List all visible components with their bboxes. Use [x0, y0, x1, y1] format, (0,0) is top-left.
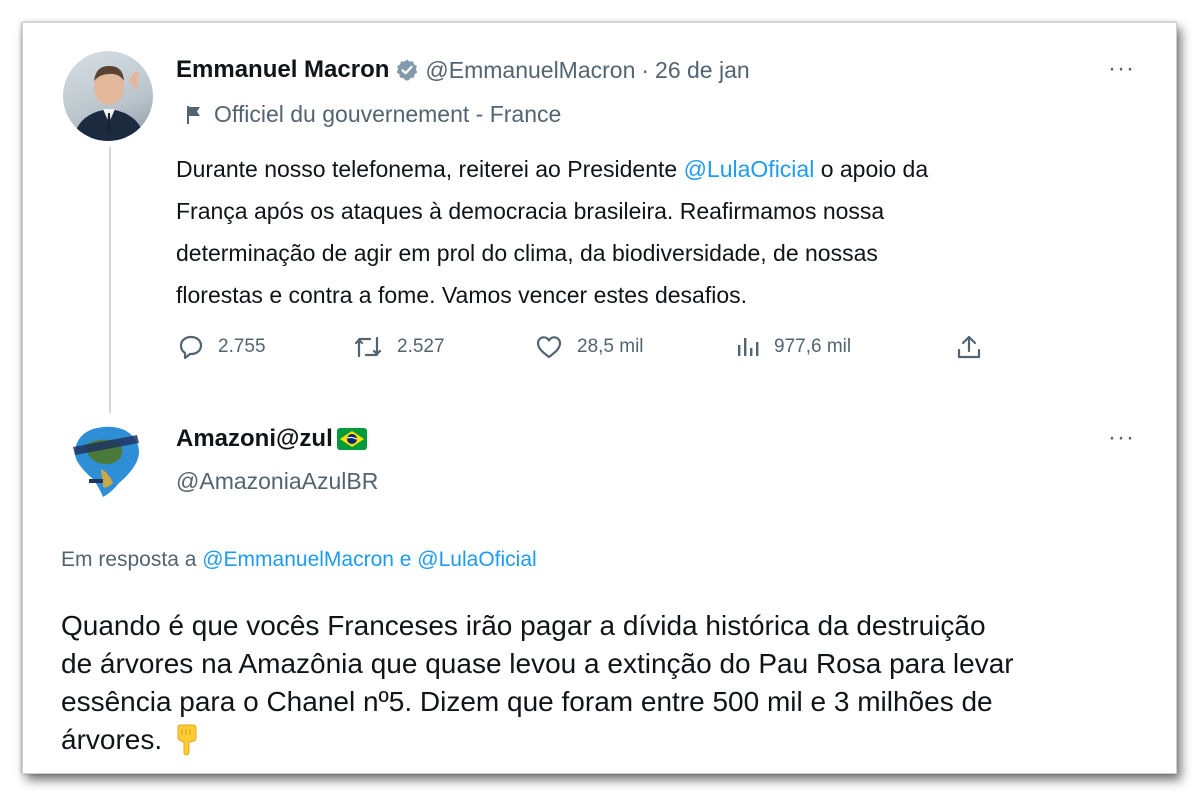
tweet-body-line-2: França após os ataques à democracia bras…: [176, 198, 885, 224]
like-action[interactable]: 28,5 mil: [535, 334, 644, 360]
reply-body-line-2: de árvores na Amazônia que quase levou a…: [61, 648, 1014, 679]
reply-body-line-1: Quando é que vocês Franceses irão pagar …: [61, 610, 986, 641]
amazoniaazul-avatar[interactable]: [59, 413, 151, 505]
share-upload-icon: [957, 335, 981, 359]
tweet-date[interactable]: 26 de jan: [655, 57, 750, 84]
tweet-body-line-4: florestas e contra a fome. Vamos vencer …: [176, 282, 748, 308]
reply-author-name[interactable]: Amazoni@zul: [176, 425, 333, 453]
like-count: 28,5 mil: [577, 336, 644, 357]
tweet-body-text: Durante nosso telefonema, reiterei ao Pr…: [176, 156, 684, 182]
brazil-map-logo-icon: [73, 426, 139, 497]
reply-handle[interactable]: @AmazoniaAzulBR: [176, 468, 378, 495]
mention-lulaoficial-link[interactable]: @LulaOficial: [684, 156, 815, 182]
reply-body-line-3: essência para o Chanel nº5. Dizem que fo…: [61, 686, 993, 717]
in-reply-to-mentions-link[interactable]: @EmmanuelMacron e @LulaOficial: [202, 548, 536, 571]
reply-count: 2.755: [218, 336, 266, 357]
reply-body-line-4: árvores.: [61, 721, 1014, 759]
tweet-body-line-3: determinação de agir em prol do clima, d…: [176, 240, 878, 266]
tweet-separator: ·: [641, 56, 650, 83]
tweet-more-options-icon[interactable]: ···: [1108, 57, 1135, 81]
tweet-handle[interactable]: @EmmanuelMacron: [425, 57, 635, 84]
heart-icon: [536, 336, 562, 359]
flag-icon: [187, 105, 200, 124]
in-reply-to: Em resposta a @EmmanuelMacron e @LulaOfi…: [61, 548, 537, 572]
government-label: Officiel du gouvernement - France: [214, 101, 562, 127]
share-action[interactable]: [956, 334, 996, 360]
thread-connector-line: [109, 147, 111, 423]
tweet-thread-card: Emmanuel Macron @EmmanuelMacron · 26 de …: [22, 22, 1177, 774]
retweet-icon: [354, 336, 382, 358]
macron-avatar[interactable]: [63, 51, 153, 141]
retweet-count: 2.527: [397, 336, 445, 357]
views-chart-icon: [738, 338, 759, 356]
reply-action[interactable]: 2.755: [178, 334, 266, 360]
views-count: 977,6 mil: [774, 336, 852, 357]
views-action[interactable]: 977,6 mil: [736, 334, 851, 360]
verified-badge-icon: [397, 59, 418, 81]
retweet-action[interactable]: 2.527: [353, 334, 445, 360]
brazil-flag-icon: [336, 428, 367, 450]
tweet-body-line-1: Durante nosso telefonema, reiterei ao Pr…: [176, 148, 928, 190]
reply-body: Quando é que vocês Franceses irão pagar …: [61, 607, 1014, 759]
pointing-down-hand-icon: [177, 724, 197, 756]
reply-more-options-icon[interactable]: ···: [1108, 426, 1135, 450]
reply-body-last-text: árvores.: [61, 724, 163, 755]
reply-bubble-icon: [179, 335, 203, 360]
tweet-author-name[interactable]: Emmanuel Macron: [176, 56, 389, 84]
tweet-body-text: o apoio da: [814, 156, 929, 182]
in-reply-to-prefix: Em resposta a: [61, 548, 203, 571]
tweet-body: Durante nosso telefonema, reiterei ao Pr…: [176, 148, 928, 316]
macron-portrait-icon: [73, 65, 145, 141]
